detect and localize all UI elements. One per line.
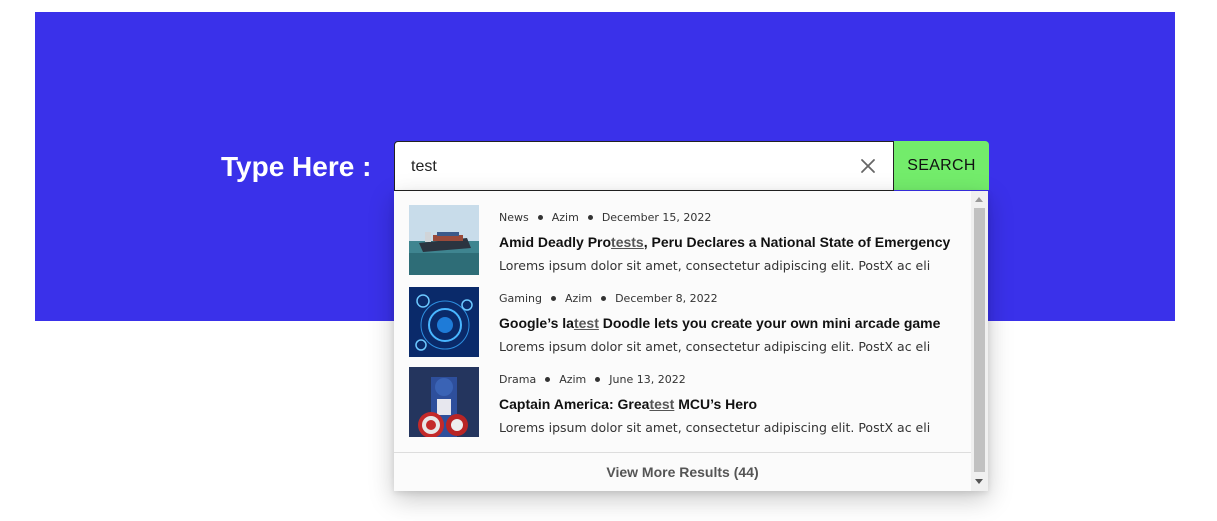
result-meta: Gaming Azim December 8, 2022 — [499, 291, 718, 305]
result-author[interactable]: Azim — [552, 211, 579, 224]
view-more-results-link[interactable]: View More Results (44) — [394, 453, 971, 491]
result-title[interactable]: Amid Deadly Protests, Peru Declares a Na… — [499, 234, 950, 250]
captain-america-thumbnail[interactable] — [409, 367, 479, 437]
match-highlight: test — [573, 315, 599, 331]
result-meta: Drama Azim June 13, 2022 — [499, 372, 686, 386]
search-results-dropdown: News Azim December 15, 2022 Amid Deadly … — [394, 191, 988, 491]
result-category[interactable]: Gaming — [499, 292, 542, 305]
search-result-item[interactable]: Gaming Azim December 8, 2022 Google’s la… — [394, 272, 970, 357]
close-icon[interactable] — [858, 156, 878, 176]
result-title[interactable]: Captain America: Greatest MCU’s Hero — [499, 396, 757, 412]
search-result-item[interactable]: Drama Azim June 13, 2022 Captain America… — [394, 353, 970, 437]
scroll-thumb[interactable] — [974, 208, 985, 472]
result-meta: News Azim December 15, 2022 — [499, 210, 711, 224]
tech-hologram-thumbnail[interactable] — [409, 287, 479, 357]
result-date: December 15, 2022 — [601, 210, 712, 224]
match-highlight: test — [649, 396, 675, 412]
result-category[interactable]: Drama — [499, 373, 536, 386]
scrollbar[interactable] — [971, 191, 988, 491]
search-result-item[interactable]: News Azim December 15, 2022 Amid Deadly … — [394, 191, 970, 275]
result-category[interactable]: News — [499, 211, 529, 224]
result-date: December 8, 2022 — [615, 291, 718, 305]
result-title[interactable]: Google’s latest Doodle lets you create y… — [499, 315, 940, 331]
match-highlight: tests — [611, 234, 644, 250]
search-input[interactable] — [411, 154, 831, 180]
search-button[interactable]: SEARCH — [894, 141, 989, 190]
search-label: Type Here : — [221, 151, 372, 182]
search-box[interactable] — [394, 141, 894, 191]
result-author[interactable]: Azim — [559, 373, 586, 386]
result-date: June 13, 2022 — [609, 372, 686, 386]
result-excerpt: Lorems ipsum dolor sit amet, consectetur… — [499, 420, 931, 435]
result-author[interactable]: Azim — [565, 292, 592, 305]
cargo-ship-thumbnail[interactable] — [409, 205, 479, 275]
scroll-down-arrow-icon[interactable] — [975, 479, 983, 484]
result-excerpt: Lorems ipsum dolor sit amet, consectetur… — [499, 339, 931, 354]
scroll-up-arrow-icon[interactable] — [975, 197, 983, 202]
result-excerpt: Lorems ipsum dolor sit amet, consectetur… — [499, 258, 931, 273]
